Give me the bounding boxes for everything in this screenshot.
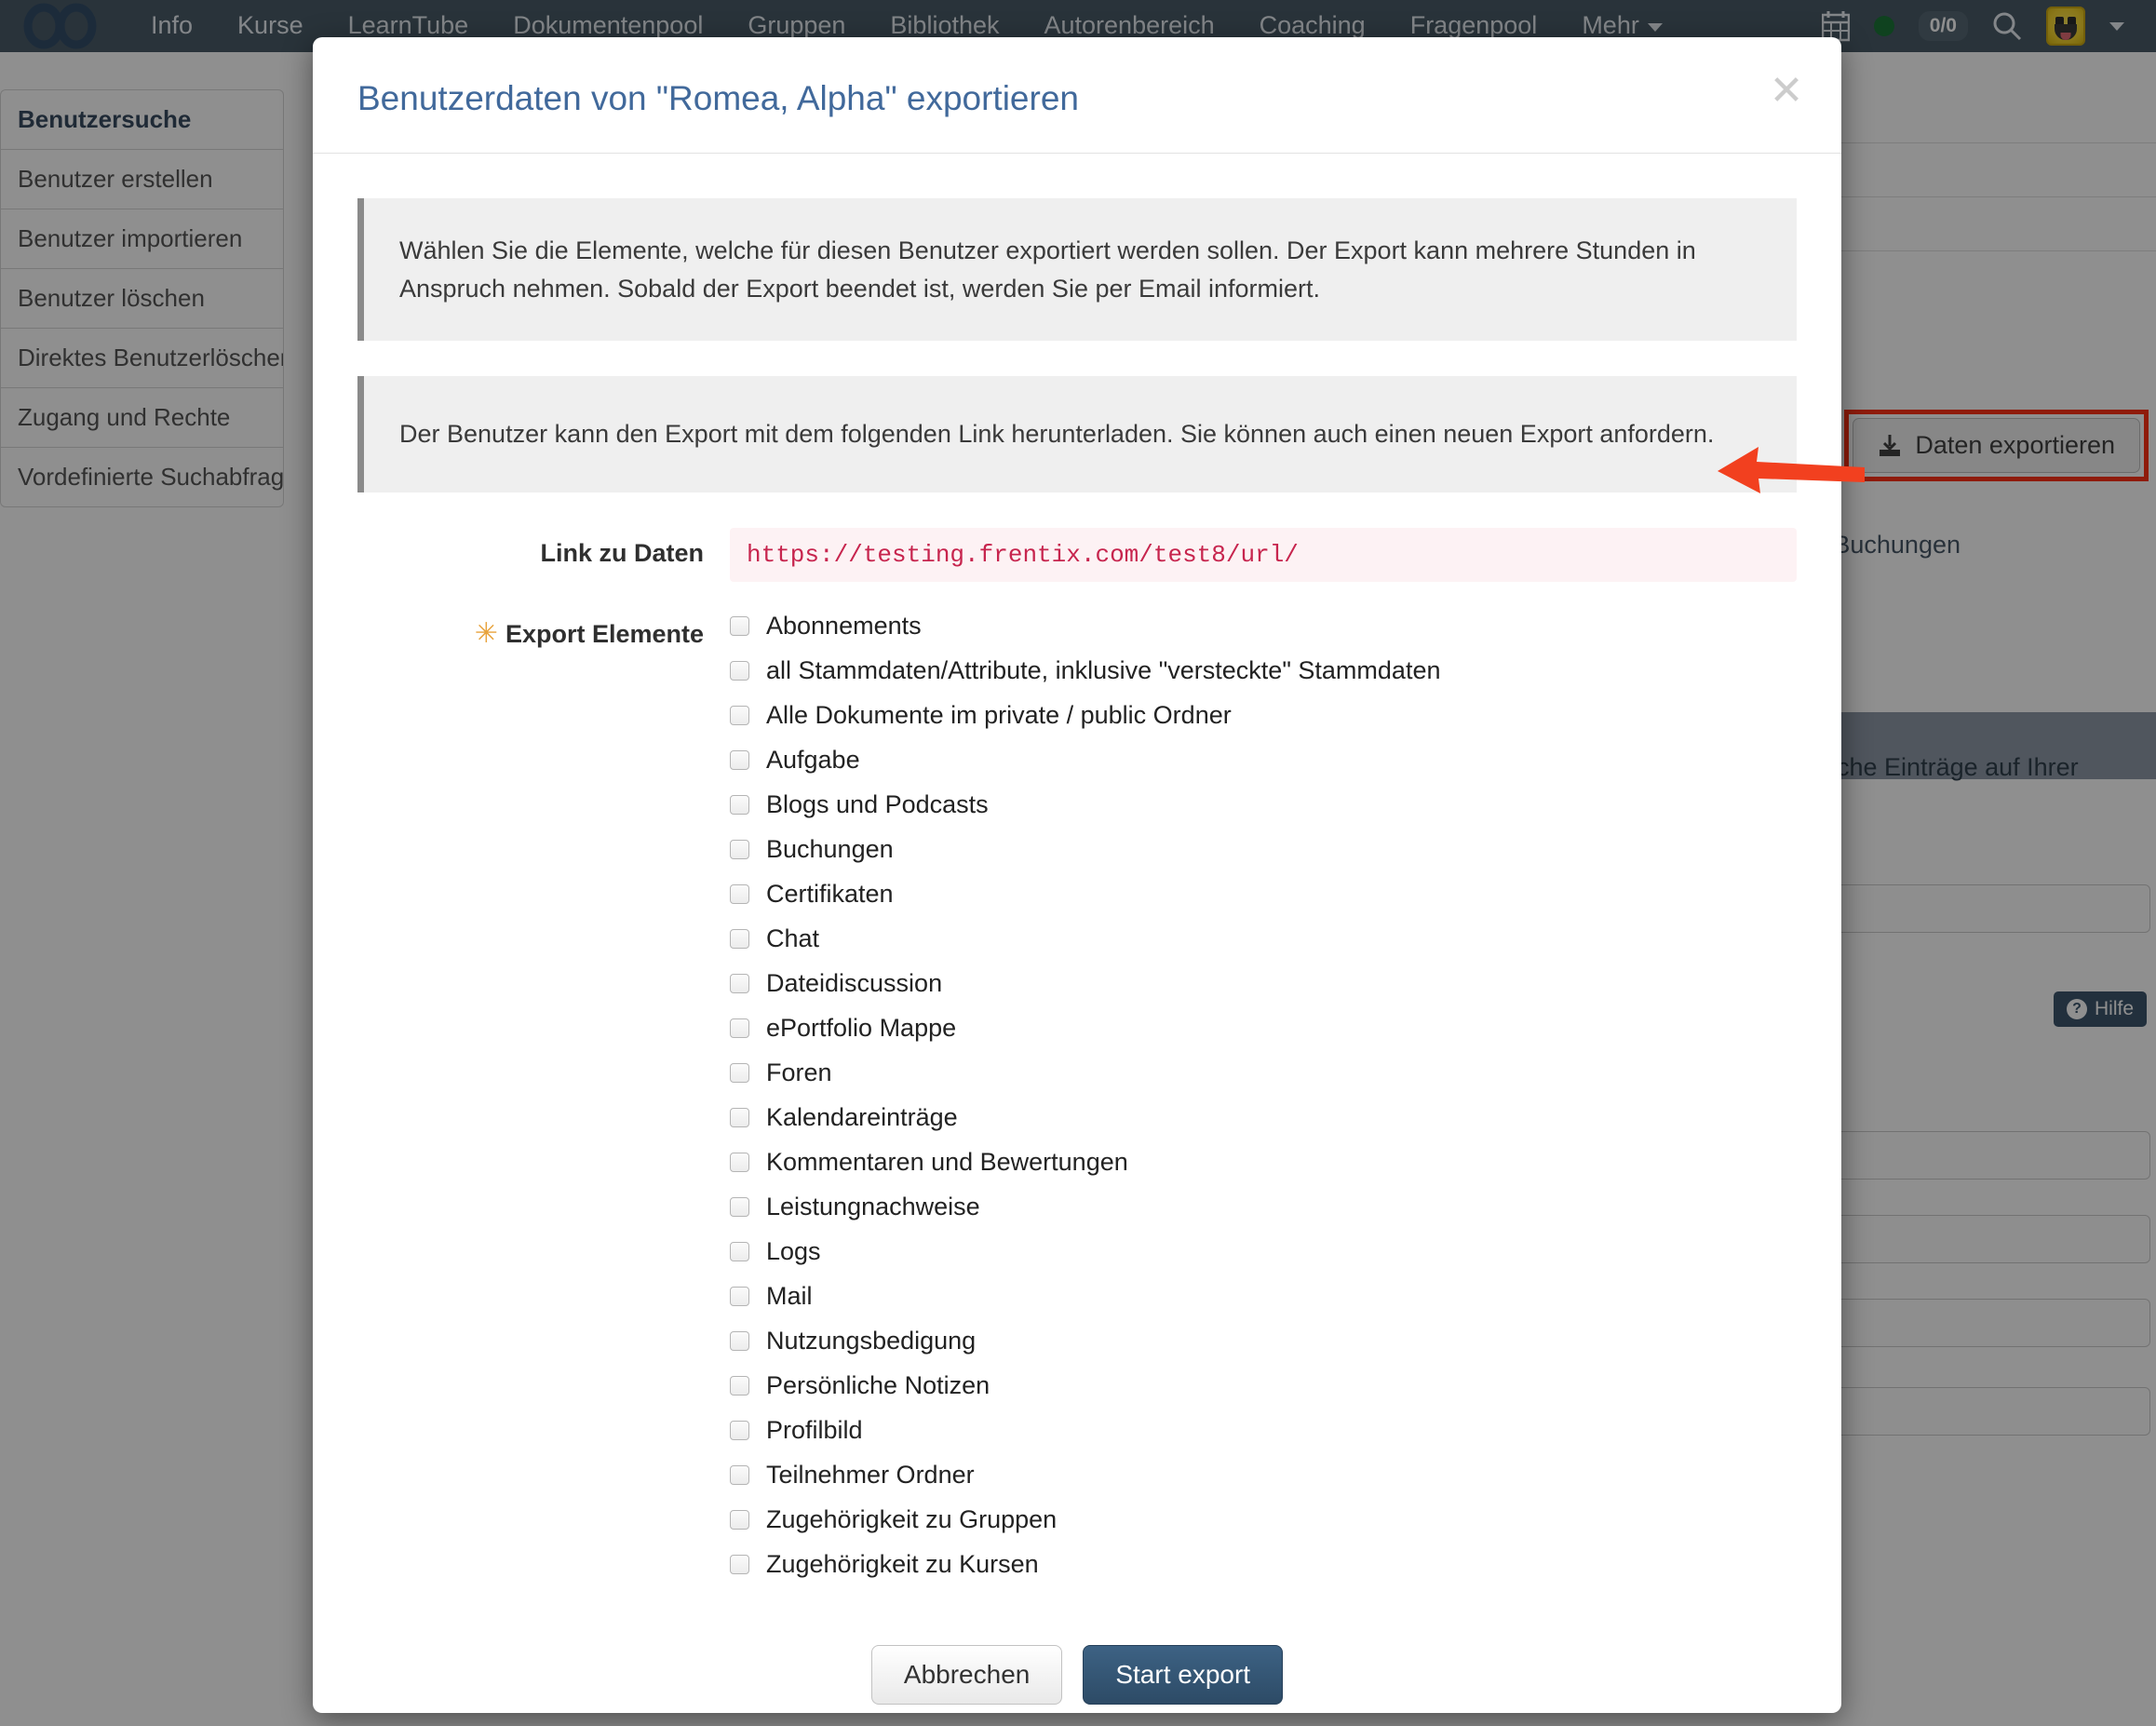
checkbox-row-nutzungsbedigung[interactable]: Nutzungsbedigung bbox=[730, 1327, 1797, 1355]
modal-body: Wählen Sie die Elemente, welche für dies… bbox=[313, 154, 1841, 1713]
checkbox-icon[interactable] bbox=[730, 1554, 749, 1574]
checkbox-icon[interactable] bbox=[730, 660, 749, 681]
checkbox-label: Nutzungsbedigung bbox=[766, 1326, 977, 1355]
checkbox-row-dokumente[interactable]: Alle Dokumente im private / public Ordne… bbox=[730, 701, 1797, 730]
checkbox-row-stammdaten[interactable]: all Stammdaten/Attribute, inklusive "ver… bbox=[730, 656, 1797, 685]
checkbox-label: Chat bbox=[766, 924, 820, 952]
checkbox-icon[interactable] bbox=[730, 615, 749, 636]
checkbox-icon[interactable] bbox=[730, 883, 749, 904]
checkbox-icon[interactable] bbox=[730, 1196, 749, 1217]
checkbox-label: Persönliche Notizen bbox=[766, 1370, 990, 1399]
checkbox-row-abonnements[interactable]: Abonnements bbox=[730, 612, 1797, 641]
export-elemente-row: ✳ Export Elemente Abonnements all Stammda… bbox=[357, 606, 1797, 1595]
checkbox-row-zugehoerigkeit-gruppen[interactable]: Zugehörigkeit zu Gruppen bbox=[730, 1505, 1797, 1534]
checkbox-label: Kommentaren und Bewertungen bbox=[766, 1147, 1128, 1176]
checkbox-icon[interactable] bbox=[730, 1464, 749, 1485]
checkbox-icon[interactable] bbox=[730, 794, 749, 815]
checkbox-row-kommentaren-bewertungen[interactable]: Kommentaren und Bewertungen bbox=[730, 1148, 1797, 1177]
checkbox-icon[interactable] bbox=[730, 839, 749, 859]
checkbox-icon[interactable] bbox=[730, 1330, 749, 1351]
checkbox-row-leistungnachweise[interactable]: Leistungnachweise bbox=[730, 1193, 1797, 1221]
checkbox-row-zugehoerigkeit-kursen[interactable]: Zugehörigkeit zu Kursen bbox=[730, 1550, 1797, 1579]
checkbox-label: all Stammdaten/Attribute, inklusive "ver… bbox=[766, 655, 1441, 684]
checkbox-label: Profilbild bbox=[766, 1415, 863, 1444]
modal-title: Benutzerdaten von "Romea, Alpha" exporti… bbox=[357, 79, 1079, 117]
checkbox-label: Blogs und Podcasts bbox=[766, 789, 989, 818]
checkbox-row-teilnehmer-ordner[interactable]: Teilnehmer Ordner bbox=[730, 1461, 1797, 1490]
checkbox-label: Leistungnachweise bbox=[766, 1192, 980, 1220]
checkbox-label: Logs bbox=[766, 1236, 821, 1265]
link-zu-daten-row: Link zu Daten https://testing.frentix.co… bbox=[357, 527, 1797, 582]
export-elemente-label: ✳ Export Elemente bbox=[357, 606, 730, 650]
checkbox-label: Kalendareinträge bbox=[766, 1102, 958, 1131]
checkbox-label: ePortfolio Mappe bbox=[766, 1013, 957, 1042]
export-elemente-label-text: Export Elemente bbox=[505, 619, 704, 648]
checkbox-row-buchungen[interactable]: Buchungen bbox=[730, 835, 1797, 864]
close-icon[interactable]: ✕ bbox=[1767, 71, 1806, 112]
checkbox-row-chat[interactable]: Chat bbox=[730, 924, 1797, 953]
checkbox-row-kalendareintraege[interactable]: Kalendareinträge bbox=[730, 1103, 1797, 1132]
checkbox-row-blogs-podcasts[interactable]: Blogs und Podcasts bbox=[730, 790, 1797, 819]
checkbox-label: Buchungen bbox=[766, 834, 894, 863]
checkbox-icon[interactable] bbox=[730, 749, 749, 770]
export-elements-checkbox-list: Abonnements all Stammdaten/Attribute, in… bbox=[730, 606, 1797, 1579]
checkbox-icon[interactable] bbox=[730, 1152, 749, 1172]
start-export-button[interactable]: Start export bbox=[1083, 1644, 1284, 1705]
export-download-link[interactable]: https://testing.frentix.com/test8/url/ bbox=[730, 527, 1797, 582]
modal-header: Benutzerdaten von "Romea, Alpha" exporti… bbox=[313, 37, 1841, 155]
checkbox-label: Dateidiscussion bbox=[766, 968, 943, 997]
checkbox-label: Zugehörigkeit zu Gruppen bbox=[766, 1504, 1058, 1533]
checkbox-row-eportfolio-mappe[interactable]: ePortfolio Mappe bbox=[730, 1014, 1797, 1043]
checkbox-icon[interactable] bbox=[730, 1375, 749, 1396]
checkbox-label: Aufgabe bbox=[766, 745, 860, 774]
modal-footer: Abbrechen Start export bbox=[357, 1619, 1797, 1713]
checkbox-icon[interactable] bbox=[730, 1286, 749, 1306]
export-info-panel-1: Wählen Sie die Elemente, welche für dies… bbox=[357, 198, 1797, 342]
required-field-asterisk-icon: ✳ bbox=[474, 617, 498, 649]
checkbox-icon[interactable] bbox=[730, 1018, 749, 1038]
link-zu-daten-label: Link zu Daten bbox=[540, 538, 704, 567]
checkbox-icon[interactable] bbox=[730, 705, 749, 725]
checkbox-row-logs[interactable]: Logs bbox=[730, 1237, 1797, 1266]
checkbox-label: Teilnehmer Ordner bbox=[766, 1460, 975, 1489]
checkbox-row-dateidiscussion[interactable]: Dateidiscussion bbox=[730, 969, 1797, 998]
checkbox-row-foren[interactable]: Foren bbox=[730, 1059, 1797, 1087]
checkbox-label: Alle Dokumente im private / public Ordne… bbox=[766, 700, 1232, 729]
checkbox-icon[interactable] bbox=[730, 1107, 749, 1127]
export-user-data-modal: Benutzerdaten von "Romea, Alpha" exporti… bbox=[313, 37, 1841, 1713]
checkbox-icon[interactable] bbox=[730, 1241, 749, 1261]
checkbox-label: Mail bbox=[766, 1281, 813, 1310]
checkbox-row-mail[interactable]: Mail bbox=[730, 1282, 1797, 1311]
checkbox-label: Certifikaten bbox=[766, 879, 894, 908]
checkbox-label: Zugehörigkeit zu Kursen bbox=[766, 1549, 1039, 1578]
checkbox-label: Foren bbox=[766, 1058, 832, 1086]
checkbox-icon[interactable] bbox=[730, 1420, 749, 1440]
export-info-panel-2: Der Benutzer kann den Export mit dem fol… bbox=[357, 376, 1797, 492]
checkbox-icon[interactable] bbox=[730, 1062, 749, 1083]
checkbox-row-aufgabe[interactable]: Aufgabe bbox=[730, 746, 1797, 775]
checkbox-icon[interactable] bbox=[730, 1509, 749, 1530]
checkbox-label: Abonnements bbox=[766, 611, 922, 640]
checkbox-icon[interactable] bbox=[730, 973, 749, 993]
checkbox-icon[interactable] bbox=[730, 928, 749, 949]
checkbox-row-certifikaten[interactable]: Certifikaten bbox=[730, 880, 1797, 909]
checkbox-row-profilbild[interactable]: Profilbild bbox=[730, 1416, 1797, 1445]
cancel-button[interactable]: Abbrechen bbox=[870, 1644, 1063, 1705]
checkbox-row-persoenliche-notizen[interactable]: Persönliche Notizen bbox=[730, 1371, 1797, 1400]
